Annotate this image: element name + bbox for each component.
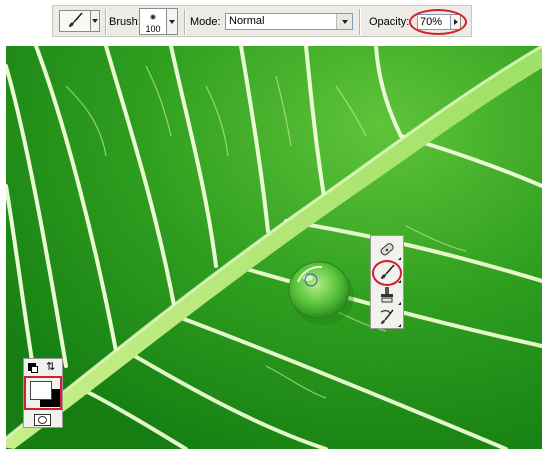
default-colors-button[interactable]: [28, 363, 38, 373]
chevron-down-icon: [92, 19, 98, 23]
brush-icon: [69, 12, 83, 27]
document-canvas[interactable]: [6, 46, 542, 449]
history-brush-icon: [380, 309, 394, 324]
brush-tip-preview: [150, 14, 156, 20]
healing-brush-icon: [380, 243, 394, 256]
color-swatches-panel: ⇅: [23, 358, 63, 428]
separator: [359, 9, 361, 35]
swap-colors-icon[interactable]: ⇅: [46, 361, 55, 373]
more-tools-indicator: [398, 257, 401, 260]
clone-stamp-icon: [381, 287, 393, 303]
more-tools-indicator: [398, 302, 401, 305]
options-bar: Brush: 100 Mode: Normal Opacity: 70%: [52, 5, 472, 37]
mode-dropdown-button[interactable]: [336, 14, 352, 29]
separator: [105, 9, 107, 35]
separator: [184, 9, 186, 35]
brush-label: Brush:: [109, 16, 141, 28]
brush-tool-group: [370, 235, 404, 329]
foreground-color-swatch[interactable]: [30, 381, 52, 400]
tool-preset-picker[interactable]: [59, 10, 91, 32]
mode-label: Mode:: [190, 16, 221, 28]
leaf-image: [6, 46, 542, 449]
healing-brush-tool[interactable]: [375, 239, 401, 261]
brush-size-value: 100: [145, 24, 161, 34]
chevron-down-icon: [169, 19, 175, 24]
mode-value: Normal: [229, 15, 265, 27]
quick-mask-icon: [38, 416, 47, 424]
brush-tool-highlight-annotation: [372, 260, 402, 286]
tool-preset-dropdown[interactable]: [91, 10, 100, 32]
brush-preset-dropdown[interactable]: [167, 8, 178, 35]
clone-stamp-tool[interactable]: [375, 284, 401, 306]
brush-preset-picker[interactable]: 100: [139, 8, 167, 35]
more-tools-indicator: [398, 324, 401, 327]
opacity-highlight-annotation: [409, 9, 467, 35]
swatch-highlight-annotation: [24, 376, 62, 410]
quick-mask-button[interactable]: [34, 414, 51, 426]
opacity-label: Opacity:: [369, 16, 410, 28]
mode-select[interactable]: Normal: [225, 13, 353, 30]
chevron-down-icon: [341, 19, 348, 24]
history-brush-tool[interactable]: [375, 306, 401, 328]
